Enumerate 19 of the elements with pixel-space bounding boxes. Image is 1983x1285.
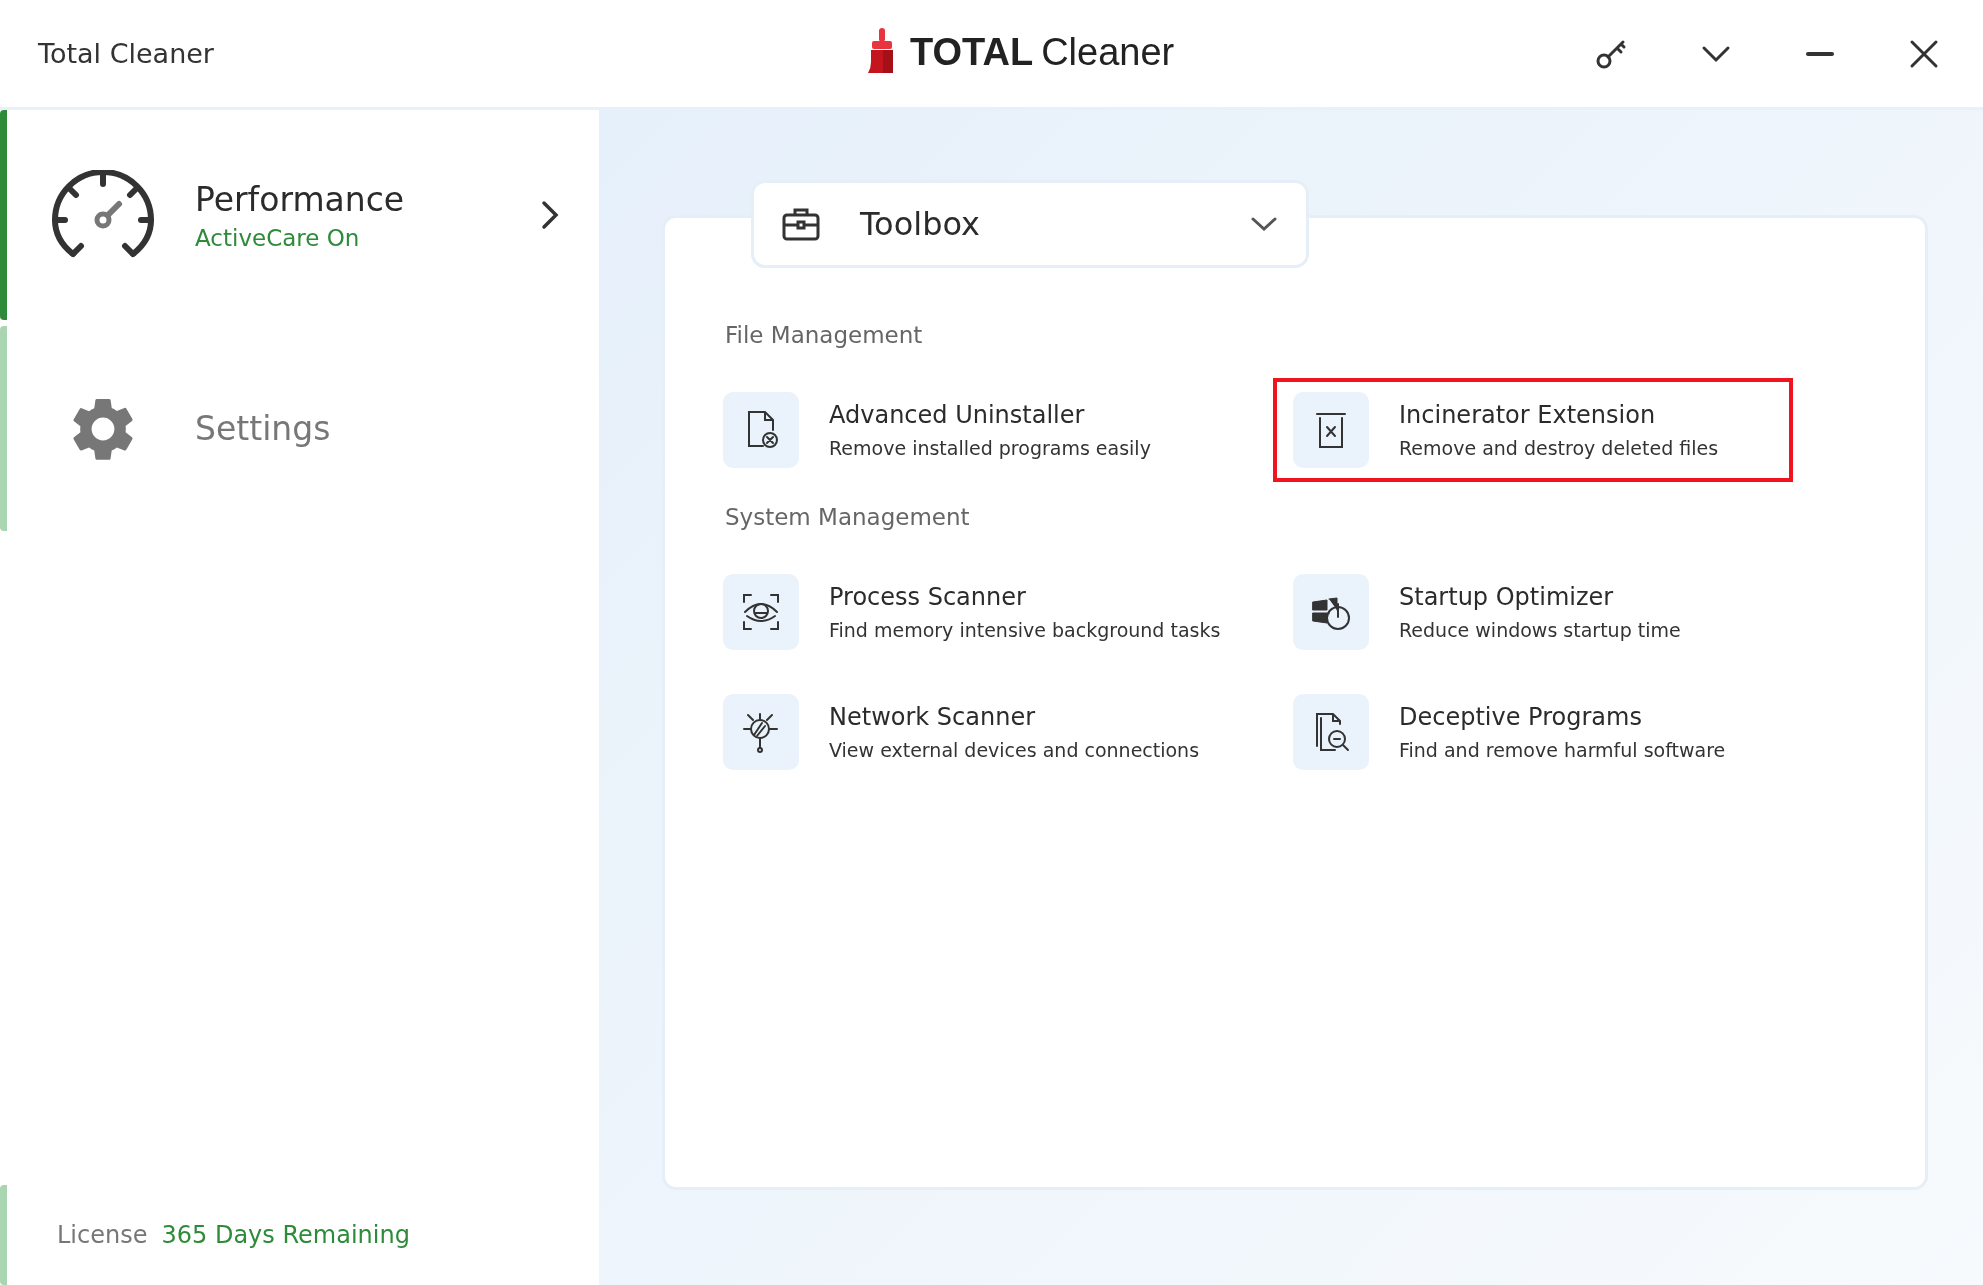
network-magnifier-icon (723, 694, 799, 770)
chevron-right-icon (541, 200, 559, 230)
windows-power-icon (1293, 574, 1369, 650)
document-x-icon (723, 392, 799, 468)
tool-item[interactable]: Incinerator Extension Remove and destroy deleted files (1273, 378, 1793, 482)
toolbox-dropdown[interactable]: Toolbox (751, 180, 1309, 268)
speedometer-icon (51, 170, 155, 260)
window-title: Total Cleaner (38, 38, 214, 69)
document-search-icon (1293, 694, 1369, 770)
toolbox-icon (782, 207, 820, 241)
logo-text: TOTAL (910, 31, 1034, 74)
chevron-down-icon (1250, 216, 1278, 232)
section-heading: File Management (725, 322, 923, 348)
license-days: 365 Days Remaining (161, 1221, 410, 1249)
trash-x-icon (1293, 392, 1369, 468)
eye-scan-icon (723, 574, 799, 650)
logo-text: Cleaner (1041, 31, 1175, 74)
license-label: License (57, 1221, 148, 1249)
section-heading: System Management (725, 504, 970, 530)
